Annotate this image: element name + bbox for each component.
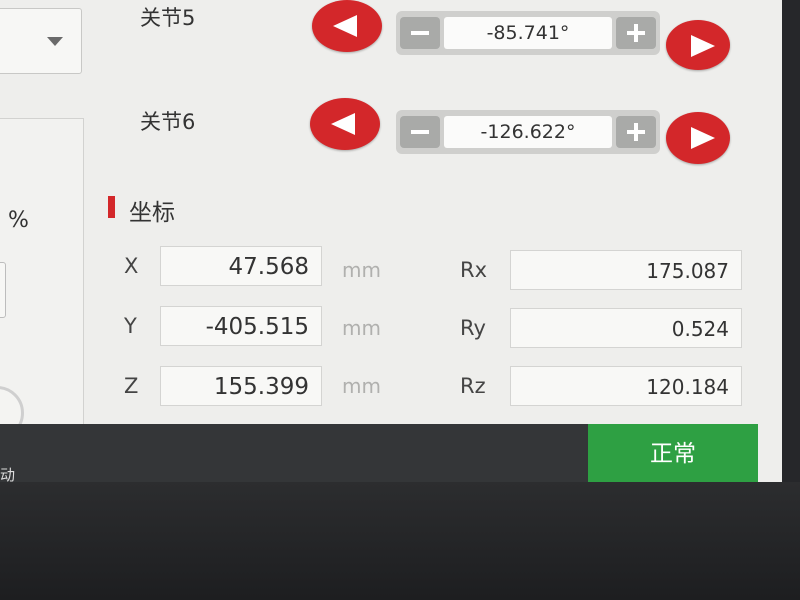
x-value-field: 47.568: [160, 246, 322, 286]
joint5-label: 关节5: [140, 6, 196, 30]
rz-value-field: 120.184: [510, 366, 742, 406]
joint5-plus-button[interactable]: [616, 17, 656, 49]
z-value-field: 155.399: [160, 366, 322, 406]
y-unit-label: mm: [342, 316, 381, 340]
monitor-bezel-bottom: [0, 482, 800, 600]
joint6-minus-button[interactable]: [400, 116, 440, 148]
z-unit-label: mm: [342, 374, 381, 398]
rx-label: Rx: [460, 258, 488, 282]
mode-dropdown[interactable]: [0, 8, 82, 74]
left-arrow-icon: [331, 113, 355, 135]
rz-label: Rz: [460, 374, 486, 398]
joint6-stepper: -126.622°: [396, 110, 660, 154]
status-badge: 正常: [588, 424, 758, 482]
x-axis-label: X: [124, 254, 139, 278]
speed-input[interactable]: [0, 262, 6, 318]
joint5-stepper: -85.741°: [396, 11, 660, 55]
ry-label: Ry: [460, 316, 486, 340]
ry-value-field: 0.524: [510, 308, 742, 348]
right-arrow-icon: [691, 127, 715, 149]
left-panel: [0, 118, 84, 432]
joint5-increase-button[interactable]: [666, 20, 730, 70]
status-left-text: 动: [0, 466, 16, 482]
joint6-plus-button[interactable]: [616, 116, 656, 148]
right-arrow-icon: [691, 35, 715, 57]
joint5-minus-button[interactable]: [400, 17, 440, 49]
percent-label: %: [8, 208, 29, 233]
rx-value-field: 175.087: [510, 250, 742, 290]
chevron-down-icon: [47, 37, 63, 46]
joint6-value[interactable]: -126.622°: [444, 116, 612, 148]
monitor-bezel-right: [782, 0, 800, 482]
joint6-decrease-button[interactable]: [310, 98, 380, 150]
minus-icon: [411, 31, 429, 35]
y-value-field: -405.515: [160, 306, 322, 346]
joint6-label: 关节6: [140, 110, 196, 134]
joint5-decrease-button[interactable]: [312, 0, 382, 52]
left-arrow-icon: [333, 15, 357, 37]
joint5-value[interactable]: -85.741°: [444, 17, 612, 49]
z-axis-label: Z: [124, 374, 139, 398]
section-accent-bar: [108, 196, 115, 218]
minus-icon: [411, 130, 429, 134]
y-axis-label: Y: [124, 314, 137, 338]
joint6-increase-button[interactable]: [666, 112, 730, 164]
robot-control-screen: % 关节5 -85.741° 关节6 -126.622° 坐标 X 47.568…: [0, 0, 782, 482]
coordinates-section-title: 坐标: [129, 200, 175, 226]
x-unit-label: mm: [342, 258, 381, 282]
status-bar: [0, 424, 588, 482]
